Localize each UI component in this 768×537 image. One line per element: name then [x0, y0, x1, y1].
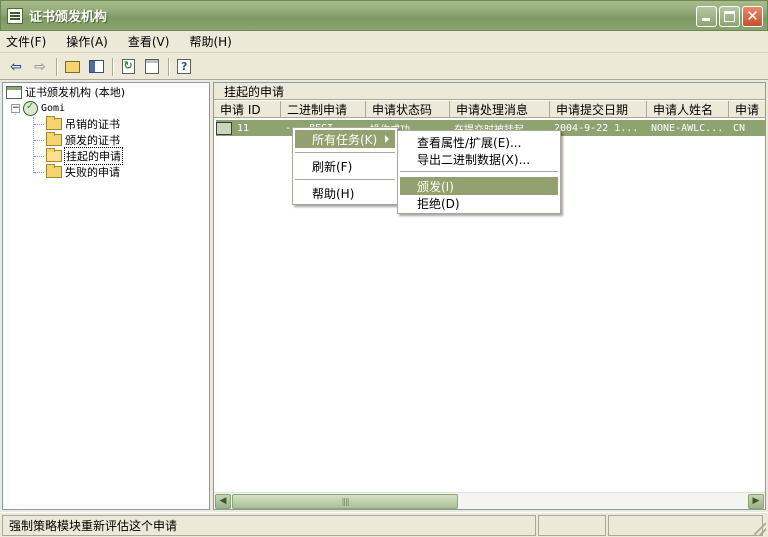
window-title: 证书颁发机构 — [29, 10, 108, 25]
refresh-icon — [121, 59, 135, 74]
help-button[interactable] — [174, 57, 194, 77]
menu-item-label: 查看属性/扩展(E)... — [417, 135, 522, 150]
show-hide-tree-button[interactable] — [86, 57, 106, 77]
tree-root[interactable]: 证书颁发机构 (本地) — [6, 84, 125, 100]
tree-item-pending[interactable]: 挂起的申请 — [46, 147, 123, 165]
details-title: 挂起的申请 — [214, 83, 765, 100]
up-one-level-button[interactable] — [62, 57, 82, 77]
maximize-icon — [724, 11, 735, 22]
menu-view[interactable]: 查看(V) — [128, 33, 170, 50]
folder-icon — [46, 164, 62, 178]
menu-file[interactable]: 文件(F) — [6, 33, 46, 50]
minimize-button[interactable] — [696, 6, 717, 27]
close-icon: ✕ — [746, 7, 759, 25]
tree-item-issued[interactable]: 颁发的证书 — [46, 132, 120, 148]
cell-extra: CN — [733, 122, 746, 134]
status-bar: 强制策略模块重新评估这个申请 — [0, 512, 768, 537]
status-pane — [538, 514, 606, 536]
close-button[interactable]: ✕ — [742, 6, 763, 27]
export-list-button[interactable] — [142, 57, 162, 77]
ca-server-icon — [23, 100, 38, 116]
folder-icon — [46, 132, 62, 146]
scroll-left-button[interactable]: ◀ — [215, 494, 231, 509]
cell-date: 2004-9-22 1... — [554, 122, 639, 134]
menu-item-label: 拒绝(D) — [417, 196, 460, 211]
toolbar: ⇦ ⇨ — [0, 54, 768, 80]
column-header[interactable]: 申请 — [729, 101, 765, 118]
menu-item-label: 帮助(H) — [312, 186, 355, 201]
submenu: 查看属性/扩展(E)... 导出二进制数据(X)... 颁发(I) 拒绝(D) — [397, 130, 561, 214]
menu-all-tasks[interactable]: 所有任务(K) — [295, 130, 395, 148]
window-controls: ✕ — [696, 6, 763, 27]
tree-item-label: 挂起的申请 — [64, 147, 123, 165]
context-menu: 所有任务(K) 刷新(F) 帮助(H) — [292, 127, 398, 205]
minimize-icon — [702, 18, 710, 21]
tree-ca-label: Gomi — [41, 102, 66, 114]
tree-item-ca[interactable]: − Gomi — [11, 100, 65, 116]
help-icon — [177, 59, 191, 74]
refresh-button[interactable] — [118, 57, 138, 77]
tree-item-label: 颁发的证书 — [65, 134, 120, 147]
cell-requester: NONE-AWLC... — [651, 122, 724, 134]
column-header[interactable]: 申请 ID — [214, 101, 281, 118]
tree-item-revoked[interactable]: 吊销的证书 — [46, 116, 120, 132]
resize-grip-icon[interactable] — [754, 523, 766, 535]
scroll-thumb[interactable]: |||| — [232, 494, 458, 509]
app-icon — [7, 7, 23, 24]
folder-icon — [46, 116, 62, 130]
certificate-authority-icon — [6, 85, 22, 99]
toolbar-separator — [56, 57, 58, 76]
column-header[interactable]: 申请提交日期 — [550, 101, 647, 118]
tree-item-label: 吊销的证书 — [65, 118, 120, 131]
open-folder-icon — [46, 148, 62, 162]
tree-panel: 证书颁发机构 (本地) − Gomi 吊销的证书 颁发的证书 挂起的申请 失败的… — [2, 82, 210, 510]
menu-refresh[interactable]: 刷新(F) — [295, 157, 395, 175]
column-header[interactable]: 申请处理消息 — [450, 101, 550, 118]
menu-separator — [295, 179, 395, 180]
menu-separator — [295, 152, 395, 153]
menu-separator — [400, 171, 558, 172]
tree-root-label: 证书颁发机构 (本地) — [25, 86, 126, 99]
cell-id: 11 — [237, 122, 250, 134]
menu-item-label: 刷新(F) — [312, 159, 353, 174]
menu-help-item[interactable]: 帮助(H) — [295, 184, 395, 202]
tree-item-label: 失败的申请 — [65, 166, 120, 179]
menu-view-attributes[interactable]: 查看属性/扩展(E)... — [400, 133, 558, 151]
column-header[interactable]: 申请状态码 — [366, 101, 450, 118]
scroll-right-button[interactable]: ▶ — [748, 494, 764, 509]
tree-item-failed[interactable]: 失败的申请 — [46, 164, 120, 180]
column-header-row: 申请 ID 二进制申请 申请状态码 申请处理消息 申请提交日期 申请人姓名 申请 — [214, 101, 765, 118]
back-arrow-icon: ⇦ — [10, 58, 22, 75]
menu-action[interactable]: 操作(A) — [66, 33, 108, 50]
column-header[interactable]: 二进制申请 — [281, 101, 366, 118]
collapse-icon[interactable]: − — [11, 103, 20, 113]
export-list-icon — [145, 59, 159, 74]
toolbar-separator — [112, 57, 114, 76]
menu-item-label: 所有任务(K) — [312, 132, 378, 147]
maximize-button[interactable] — [719, 6, 740, 27]
menu-issue[interactable]: 颁发(I) — [400, 177, 558, 195]
submenu-arrow-icon — [385, 135, 389, 143]
request-icon — [216, 121, 232, 135]
menu-help[interactable]: 帮助(H) — [189, 33, 231, 50]
show-tree-icon — [88, 60, 104, 73]
horizontal-scrollbar[interactable]: ◀ |||| ▶ — [214, 492, 765, 509]
title-bar[interactable]: 证书颁发机构 ✕ — [0, 0, 768, 31]
menu-item-label: 导出二进制数据(X)... — [417, 152, 531, 167]
menu-export-binary[interactable]: 导出二进制数据(X)... — [400, 150, 558, 168]
status-text: 强制策略模块重新评估这个申请 — [2, 514, 536, 536]
folder-up-icon — [64, 60, 80, 73]
status-pane — [608, 514, 763, 536]
menu-item-label: 颁发(I) — [417, 179, 454, 194]
menu-bar: 文件(F) 操作(A) 查看(V) 帮助(H) — [0, 31, 768, 53]
column-header[interactable]: 申请人姓名 — [647, 101, 729, 118]
forward-button[interactable]: ⇨ — [30, 57, 50, 77]
toolbar-separator — [168, 57, 170, 76]
forward-arrow-icon: ⇨ — [34, 58, 46, 75]
back-button[interactable]: ⇦ — [6, 57, 26, 77]
menu-deny[interactable]: 拒绝(D) — [400, 194, 558, 212]
